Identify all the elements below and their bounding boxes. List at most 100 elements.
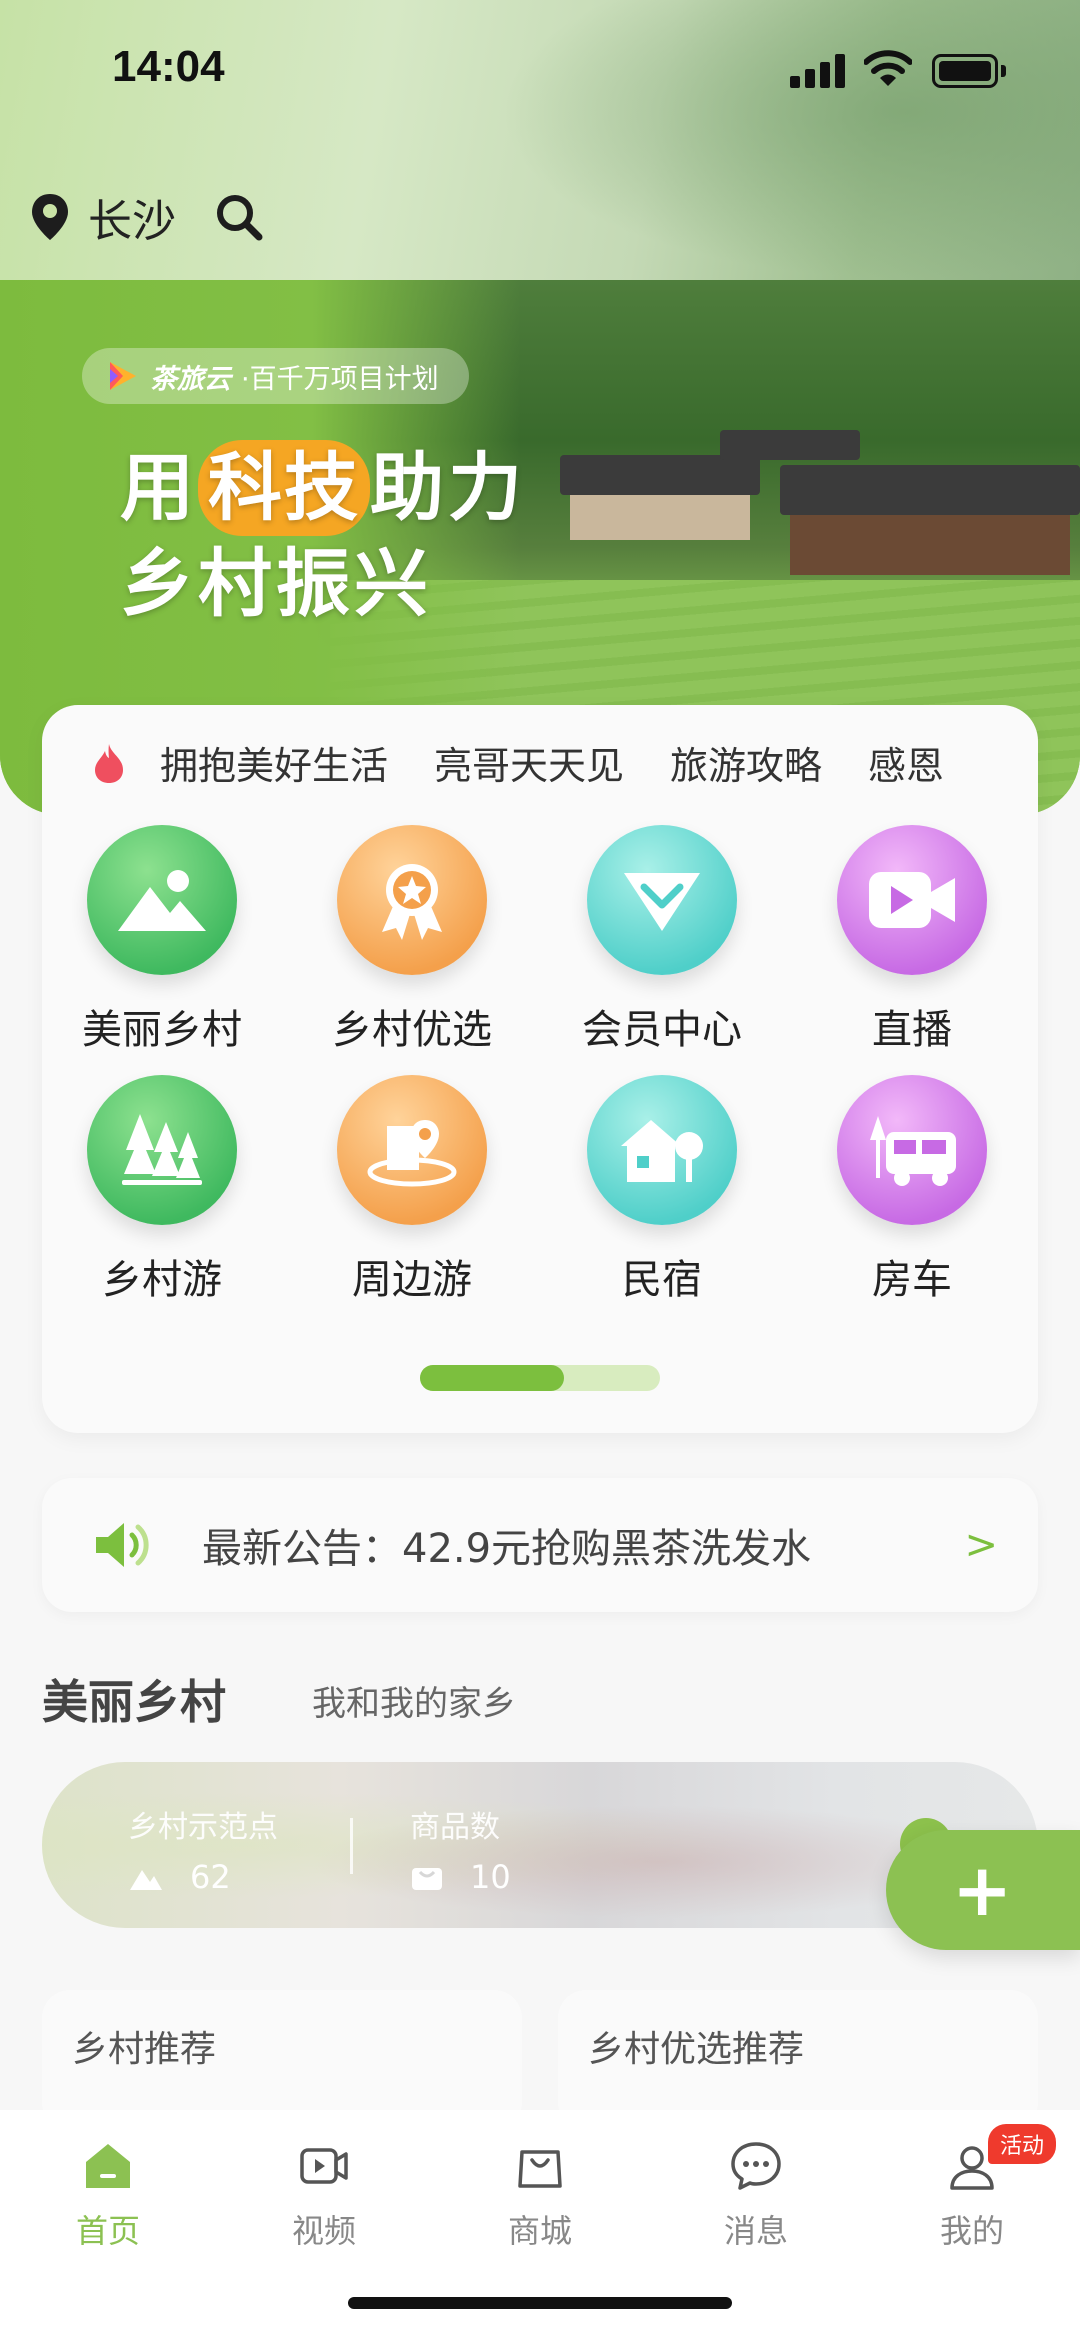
category-label: 周边游 (352, 1257, 472, 1303)
mountain-icon (118, 870, 206, 931)
village-house (720, 430, 860, 460)
category-homestay[interactable]: 民宿 (542, 1075, 782, 1305)
announcement-bar[interactable]: 最新公告：42.9元抢购黑茶洗发水 > (42, 1478, 1038, 1612)
wifi-icon (864, 50, 912, 86)
tab-profile[interactable]: 我的 活动 (864, 2124, 1080, 2252)
award-icon (382, 864, 442, 940)
recommend-card-select[interactable]: 乡村优选推荐 (558, 1990, 1038, 2130)
activity-badge: 活动 (988, 2124, 1057, 2164)
tab-messages[interactable]: 消息 (648, 2138, 864, 2252)
house-tree-icon (621, 1120, 703, 1182)
category-rv[interactable]: 房车 (792, 1075, 1032, 1305)
tab-label: 首页 (75, 2212, 140, 2250)
hot-topics-row: 拥抱美好生活 亮哥天天见 旅游攻略 感恩 (92, 735, 990, 790)
search-icon[interactable] (214, 192, 264, 242)
bag-small-icon (412, 1868, 442, 1890)
village-house (560, 455, 760, 495)
category-icon-bg (837, 1075, 987, 1225)
recommend-title: 乡村优选推荐 (588, 2029, 805, 2070)
location-bar[interactable]: 长沙 (30, 185, 264, 249)
category-icon-bg (87, 825, 237, 975)
title-text: 助力 (370, 445, 526, 531)
tab-label: 视频 (291, 2212, 356, 2250)
title-line-2: 乡村振兴 (120, 541, 432, 627)
category-label: 会员中心 (582, 1007, 742, 1053)
section-title: 美丽乡村 (42, 1675, 226, 1729)
tab-label: 我的 (939, 2212, 1004, 2250)
recommend-card-village[interactable]: 乡村推荐 (42, 1990, 522, 2130)
stat-demo-points: 乡村示范点 62 (128, 1802, 278, 1896)
stat-label: 乡村示范点 (128, 1810, 278, 1845)
village-house-wall (790, 515, 1070, 575)
city-name[interactable]: 长沙 (88, 185, 176, 249)
stat-value: 62 (190, 1858, 231, 1896)
category-nearby-tour[interactable]: 周边游 (292, 1075, 532, 1305)
hot-topic[interactable]: 感恩 (868, 735, 944, 790)
category-member-center[interactable]: 会员中心 (542, 825, 782, 1055)
category-live[interactable]: 直播 (792, 825, 1032, 1055)
hot-topic[interactable]: 旅游攻略 (670, 735, 822, 790)
tab-label: 消息 (723, 2212, 788, 2250)
village-house (780, 465, 1080, 515)
category-village-tour[interactable]: 乡村游 (42, 1075, 282, 1305)
title-text: 用 (120, 445, 198, 531)
category-label: 直播 (872, 1007, 952, 1053)
rv-icon (870, 1116, 956, 1186)
category-beautiful-village[interactable]: 美丽乡村 (42, 825, 282, 1055)
category-label: 民宿 (622, 1257, 702, 1303)
category-icon-bg (587, 825, 737, 975)
category-label: 房车 (872, 1257, 952, 1303)
chevron-right-icon[interactable]: > (964, 1522, 998, 1568)
recommend-title: 乡村推荐 (72, 2029, 217, 2070)
mountain-small-icon (130, 1870, 162, 1890)
category-village-select[interactable]: 乡村优选 (292, 825, 532, 1055)
brand-pill: 茶旅云 ·百千万项目计划 (82, 348, 469, 404)
tab-label: 商城 (507, 2212, 572, 2250)
status-time: 14:04 (112, 42, 225, 91)
play-logo-icon (110, 362, 136, 390)
stat-value: 10 (470, 1858, 511, 1896)
stat-divider (350, 1818, 353, 1874)
location-pin-icon (32, 194, 68, 240)
home-indicator[interactable] (348, 2297, 732, 2309)
category-icon-bg (337, 825, 487, 975)
category-label: 乡村优选 (332, 1007, 492, 1053)
category-icon-bg (837, 825, 987, 975)
flame-icon (95, 743, 123, 783)
hot-topic[interactable]: 亮哥天天见 (434, 735, 624, 790)
stat-products: 商品数 10 (410, 1802, 511, 1896)
home-icon (86, 2144, 130, 2188)
speaker-icon (96, 1523, 149, 1567)
tab-mall[interactable]: 商城 (432, 2138, 648, 2252)
category-icon-bg (337, 1075, 487, 1225)
shopping-bag-icon (518, 2150, 562, 2188)
page-indicator-fill (420, 1365, 564, 1391)
video-camera-icon (869, 872, 955, 928)
section-subtitle[interactable]: 我和我的家乡 (312, 1676, 516, 1725)
category-icon-bg (87, 1075, 237, 1225)
video-icon (300, 2148, 348, 2184)
add-button[interactable]: + (886, 1830, 1080, 1950)
diamond-icon (624, 873, 700, 931)
stat-label: 商品数 (410, 1810, 500, 1845)
category-icon-bg (587, 1075, 737, 1225)
banner-title: 用科技 助力 乡村振兴 (120, 440, 526, 632)
status-bar: 14:04 (0, 0, 1080, 140)
brand-plan: ·百千万项目计划 (241, 363, 439, 395)
title-highlight: 科技 (198, 440, 370, 536)
announcement-text: 最新公告：42.9元抢购黑茶洗发水 (202, 1526, 812, 1572)
category-card: 拥抱美好生活 亮哥天天见 旅游攻略 感恩 美丽乡村 乡村优选 会员中心 直播 乡… (42, 705, 1038, 1433)
message-icon (731, 2142, 781, 2190)
hot-topic[interactable]: 拥抱美好生活 (160, 735, 388, 790)
forest-icon (122, 1114, 202, 1185)
tab-video[interactable]: 视频 (216, 2138, 432, 2252)
tab-home[interactable]: 首页 (0, 2138, 216, 2252)
brand-name: 茶旅云 (150, 363, 231, 395)
category-label: 美丽乡村 (82, 1007, 242, 1053)
battery-icon (932, 54, 1006, 88)
location-house-icon (367, 1120, 457, 1187)
page-indicator (420, 1365, 660, 1391)
plus-icon: + (952, 1848, 1013, 1932)
category-label: 乡村游 (102, 1257, 222, 1303)
cellular-signal-icon (790, 54, 846, 88)
